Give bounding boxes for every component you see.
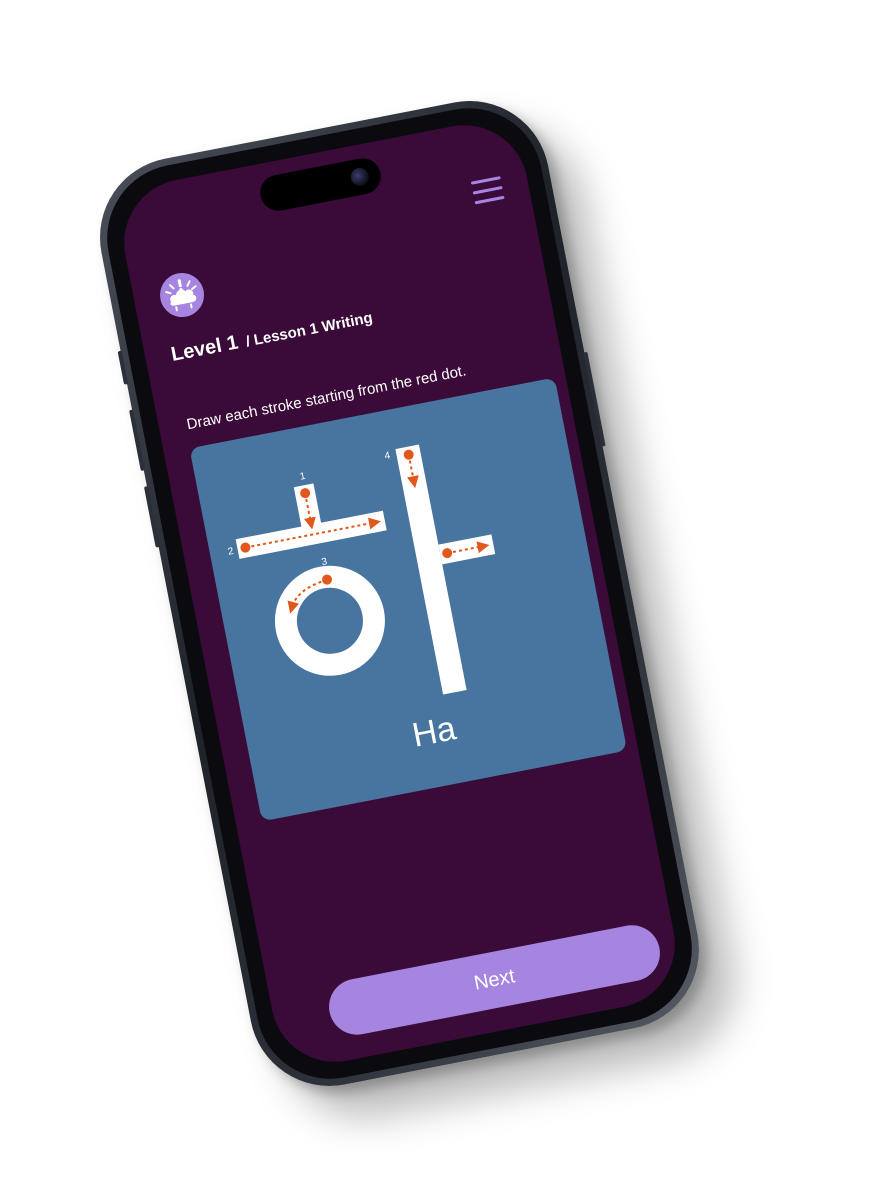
level-title: Level 1	[169, 331, 241, 366]
camera-icon	[348, 166, 370, 188]
next-button[interactable]: Next	[324, 920, 665, 1040]
stroke-3	[274, 565, 385, 676]
phone-frame: Level 1/Lesson 1 Writing Draw each strok…	[86, 87, 713, 1100]
app-logo-icon[interactable]	[156, 269, 208, 321]
breadcrumb-separator: /	[244, 333, 252, 351]
breadcrumb: Level 1/Lesson 1 Writing	[169, 305, 374, 367]
dynamic-island	[256, 155, 384, 214]
stroke-number-3: 3	[321, 556, 329, 568]
phone-bezel: Level 1/Lesson 1 Writing Draw each strok…	[94, 95, 705, 1092]
stroke-number-1: 1	[299, 471, 307, 483]
app-screen: Level 1/Lesson 1 Writing Draw each strok…	[113, 114, 686, 1073]
stage: Level 1/Lesson 1 Writing Draw each strok…	[0, 0, 895, 1181]
stroke-4	[395, 444, 467, 695]
stroke-order-card[interactable]: 1 2 3 4 5 Ha	[189, 377, 628, 822]
side-button	[117, 350, 129, 385]
lesson-title: Lesson 1 Writing	[252, 309, 375, 349]
stroke-number-4: 4	[384, 450, 392, 462]
stroke-number-2: 2	[227, 546, 235, 558]
hamburger-menu-icon[interactable]	[470, 174, 505, 207]
